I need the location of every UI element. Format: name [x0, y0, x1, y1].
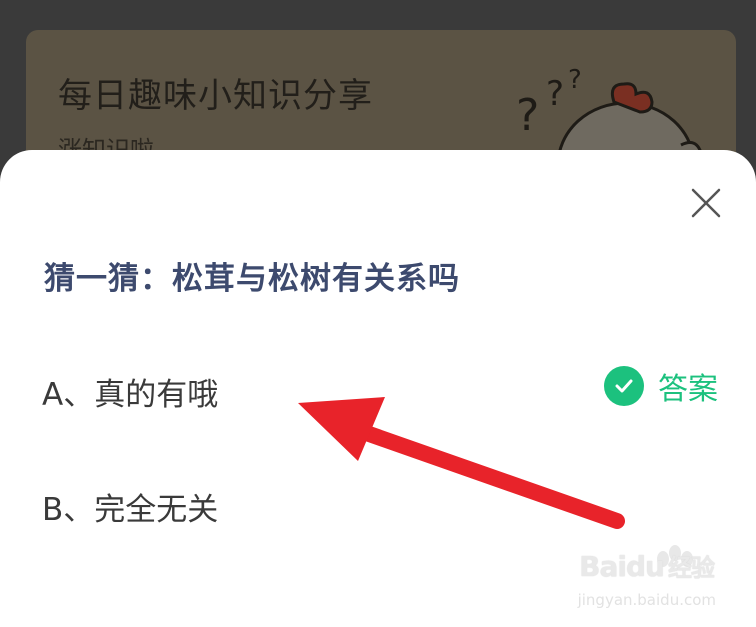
watermark-url: jingyan.baidu.com — [577, 591, 716, 609]
watermark-brand-cn: 经验 — [668, 554, 715, 582]
watermark-brand-latin: Bai — [579, 550, 627, 583]
answer-label: 答案 — [658, 372, 718, 407]
svg-text:?: ? — [546, 74, 564, 114]
close-icon[interactable] — [690, 187, 722, 219]
option-b[interactable]: B、完全无关 — [42, 484, 218, 529]
svg-text:?: ? — [516, 90, 539, 141]
watermark-brand-du: du — [626, 550, 665, 583]
watermark-brand: Baidu 经验 — [579, 548, 715, 583]
answer-badge[interactable]: 答案 — [604, 364, 718, 408]
background-card-title: 每日趣味小知识分享 — [58, 76, 373, 116]
check-icon — [604, 366, 644, 406]
quiz-question: 猜一猜：松茸与松树有关系吗 — [44, 261, 460, 297]
option-a[interactable]: A、真的有哦 — [42, 369, 218, 414]
svg-text:?: ? — [568, 65, 582, 95]
